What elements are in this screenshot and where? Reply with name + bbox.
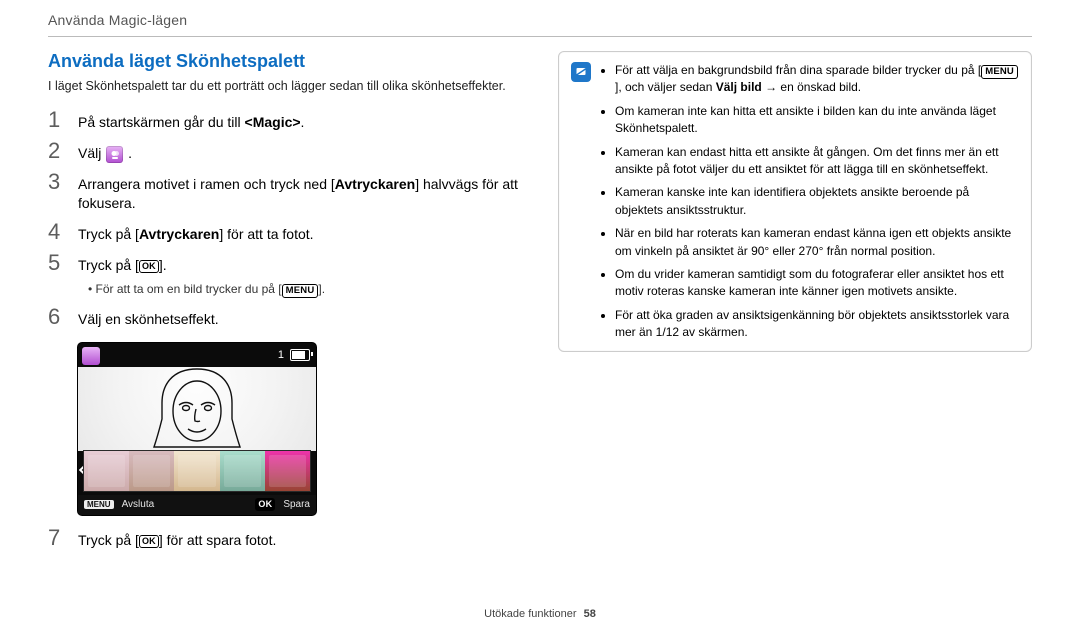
step-number: 3 bbox=[48, 171, 66, 193]
shot-count: 1 bbox=[278, 349, 284, 361]
camera-status: 1 bbox=[278, 349, 310, 361]
preview-area bbox=[78, 367, 316, 451]
menu-chip-icon: MENU bbox=[84, 500, 114, 509]
effect-thumb bbox=[220, 451, 265, 491]
effect-thumb bbox=[84, 451, 129, 491]
info-item: För att välja en bakgrundsbild från dina… bbox=[615, 62, 1019, 97]
ok-chip-icon: OK bbox=[255, 498, 275, 511]
intro-text: I läget Skönhetspalett tar du ett porträ… bbox=[48, 78, 522, 95]
step-text: Tryck på [Avtryckaren] för att ta fotot. bbox=[78, 225, 522, 244]
page-footer: Utökade funktioner 58 bbox=[48, 608, 1032, 620]
exit-label: Avsluta bbox=[122, 499, 155, 510]
step-subnote: • För att ta om en bild trycker du på [M… bbox=[78, 281, 522, 298]
step-2: 2 Välj . bbox=[48, 136, 522, 168]
ok-icon: OK bbox=[139, 535, 159, 548]
mode-badge-icon bbox=[82, 347, 100, 365]
step-5: 5 Tryck på [OK]. • För att ta om en bild… bbox=[48, 248, 522, 302]
step-text: Välj . bbox=[78, 144, 522, 164]
step-number: 1 bbox=[48, 109, 66, 131]
info-callout: För att välja en bakgrundsbild från dina… bbox=[558, 51, 1032, 352]
camera-bottom-bar: MENU Avsluta OK Spara bbox=[78, 495, 316, 515]
info-item: För att öka graden av ansiktsigenkänning… bbox=[615, 307, 1019, 342]
info-list: För att välja en bakgrundsbild från dina… bbox=[601, 62, 1019, 341]
step-text: Välj en skönhetseffekt. bbox=[78, 310, 522, 329]
effect-thumb bbox=[265, 451, 310, 491]
info-item: Om kameran inte kan hitta ett ansikte i … bbox=[615, 103, 1019, 138]
step-number: 2 bbox=[48, 140, 66, 162]
ok-icon: OK bbox=[139, 260, 159, 273]
step-text: Arrangera motivet i ramen och tryck ned … bbox=[78, 175, 522, 213]
step-number: 5 bbox=[48, 252, 66, 274]
step-number: 6 bbox=[48, 306, 66, 328]
step-3: 3 Arrangera motivet i ramen och tryck ne… bbox=[48, 167, 522, 217]
step-text: Tryck på [OK]. • För att ta om en bild t… bbox=[78, 256, 522, 298]
camera-screenshot: 1 Normal bbox=[78, 343, 316, 515]
info-item: Kameran kan endast hitta ett ansikte åt … bbox=[615, 144, 1019, 179]
effect-thumb bbox=[129, 451, 174, 491]
step-number: 7 bbox=[48, 527, 66, 549]
step-list-continued: 7 Tryck på [OK] för att spara fotot. bbox=[48, 523, 522, 554]
menu-icon: MENU bbox=[282, 284, 319, 298]
effect-thumbnails bbox=[84, 451, 310, 491]
step-1: 1 På startskärmen går du till <Magic>. bbox=[48, 105, 522, 136]
info-icon bbox=[571, 62, 591, 82]
step-text: På startskärmen går du till <Magic>. bbox=[78, 113, 522, 132]
step-4: 4 Tryck på [Avtryckaren] för att ta foto… bbox=[48, 217, 522, 248]
step-text: Tryck på [OK] för att spara fotot. bbox=[78, 531, 522, 550]
effect-thumb bbox=[174, 451, 219, 491]
breadcrumb: Använda Magic-lägen bbox=[48, 0, 1032, 36]
step-6: 6 Välj en skönhetseffekt. bbox=[48, 302, 522, 333]
info-item: Kameran kanske inte kan identifiera obje… bbox=[615, 184, 1019, 219]
info-item: När en bild har roterats kan kameran end… bbox=[615, 225, 1019, 260]
divider bbox=[48, 36, 1032, 37]
battery-icon bbox=[290, 349, 310, 361]
step-number: 4 bbox=[48, 221, 66, 243]
section-title: Använda läget Skönhetspalett bbox=[48, 51, 522, 72]
info-item: Om du vrider kameran samtidigt som du fo… bbox=[615, 266, 1019, 301]
page-number: 58 bbox=[584, 608, 596, 620]
beauty-palette-icon bbox=[106, 146, 123, 163]
footer-label: Utökade funktioner bbox=[484, 608, 576, 620]
menu-icon: MENU bbox=[981, 65, 1018, 79]
step-list: 1 På startskärmen går du till <Magic>. 2… bbox=[48, 105, 522, 333]
step-7: 7 Tryck på [OK] för att spara fotot. bbox=[48, 523, 522, 554]
left-column: Använda läget Skönhetspalett I läget Skö… bbox=[48, 51, 522, 553]
save-label: Spara bbox=[283, 499, 310, 510]
right-column: För att välja en bakgrundsbild från dina… bbox=[558, 51, 1032, 553]
